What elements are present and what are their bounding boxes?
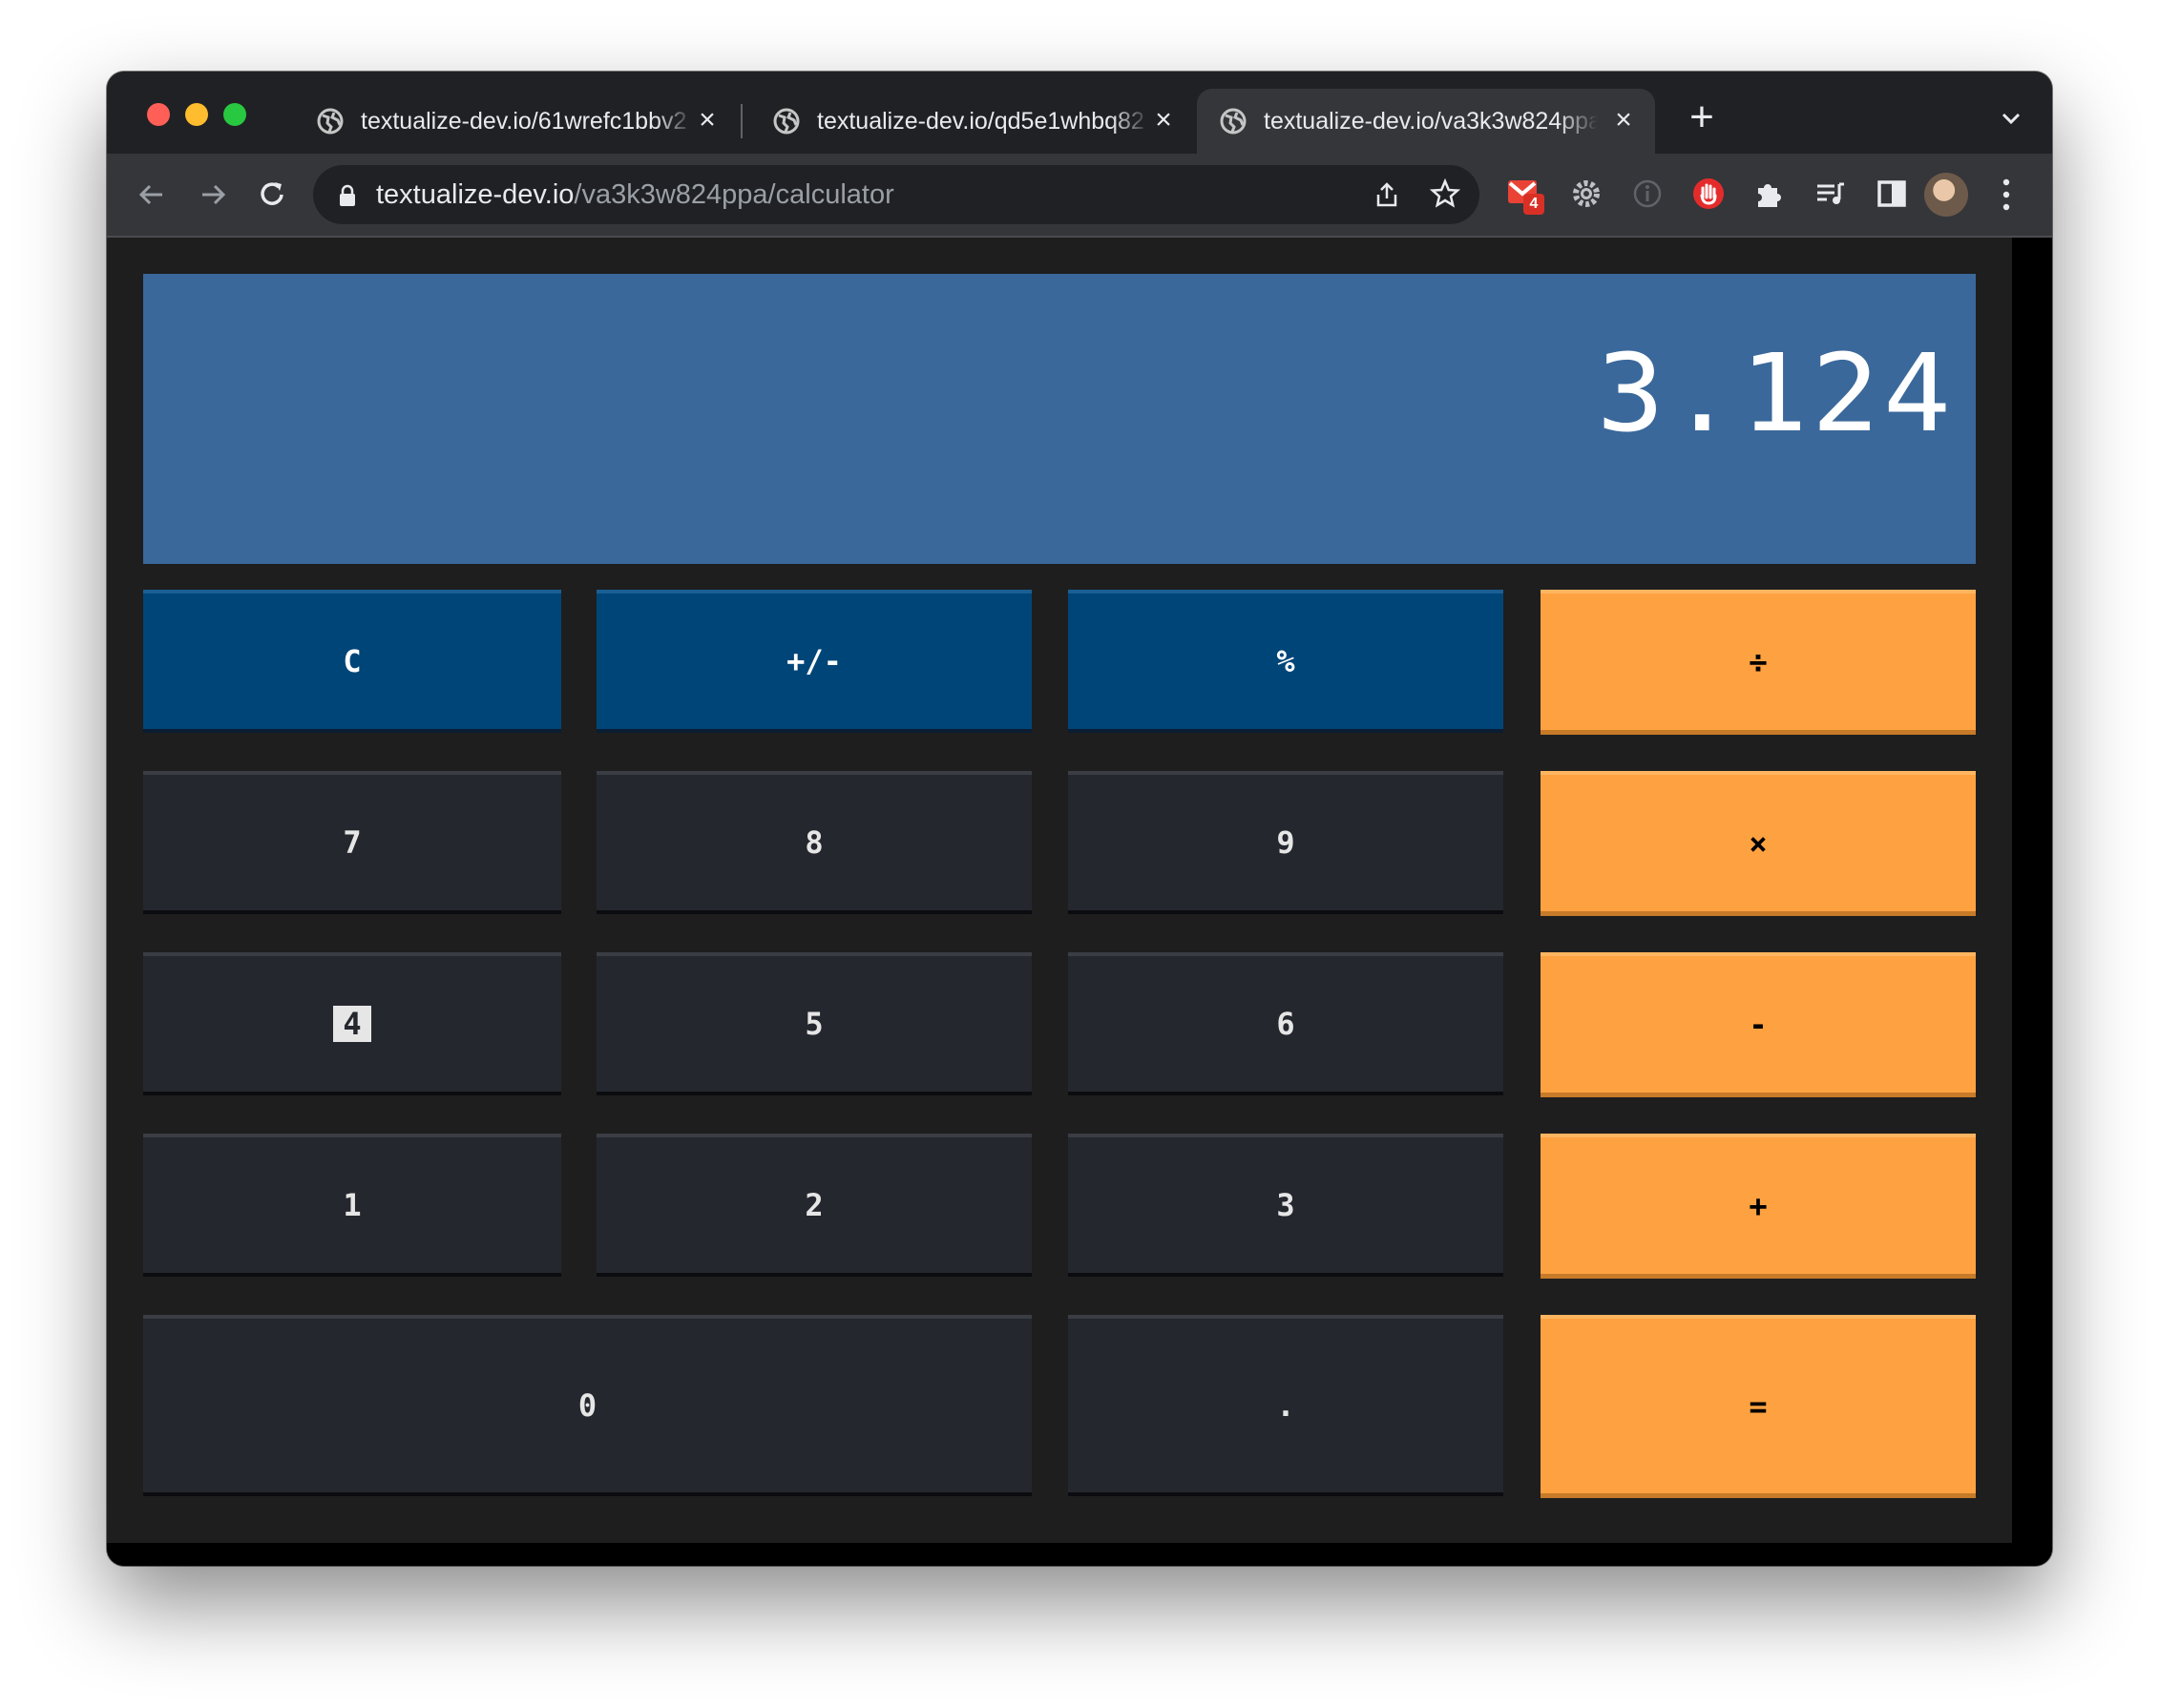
profile-avatar[interactable] — [1924, 173, 1968, 217]
address-bar[interactable]: textualize-dev.io/va3k3w824ppa/calculato… — [313, 165, 1479, 224]
plus-label: + — [1749, 1187, 1768, 1224]
calculator-app: 3.124 C +/- % ÷ 7 8 9 × 4 5 6 - 1 2 3 + … — [107, 238, 2012, 1543]
digit-2-button[interactable]: 2 — [597, 1134, 1032, 1277]
sign-toggle-button[interactable]: +/- — [597, 590, 1032, 733]
digit-0-label: 0 — [577, 1387, 597, 1424]
clear-label: C — [343, 643, 362, 679]
url-path: /va3k3w824ppa/calculator — [574, 179, 894, 210]
gmail-unread-badge: 4 — [1523, 194, 1544, 215]
tab-separator — [741, 104, 743, 138]
globe-icon — [773, 108, 800, 135]
digit-9-button[interactable]: 9 — [1068, 771, 1503, 914]
multiply-button[interactable]: × — [1541, 771, 1976, 916]
equals-button[interactable]: = — [1541, 1315, 1976, 1498]
plus-button[interactable]: + — [1541, 1134, 1976, 1279]
equals-label: = — [1749, 1387, 1768, 1425]
decimal-point-label: . — [1276, 1387, 1295, 1424]
minus-button[interactable]: - — [1541, 952, 1976, 1097]
digit-0-button[interactable]: 0 — [143, 1315, 1032, 1496]
zoom-window-button[interactable] — [223, 103, 246, 126]
decimal-point-button[interactable]: . — [1068, 1315, 1503, 1496]
digit-9-label: 9 — [1276, 824, 1295, 861]
globe-icon — [1220, 108, 1247, 135]
close-tab-icon[interactable]: × — [693, 106, 722, 135]
page-viewport: 3.124 C +/- % ÷ 7 8 9 × 4 5 6 - 1 2 3 + … — [107, 238, 2052, 1566]
tab-title: textualize-dev.io/va3k3w824ppa — [1264, 108, 1598, 135]
multiply-label: × — [1749, 824, 1768, 862]
tab-strip: textualize-dev.io/61wrefc1bbv2 × textual… — [107, 72, 2052, 154]
browser-toolbar: textualize-dev.io/va3k3w824ppa/calculato… — [107, 154, 2052, 238]
close-tab-icon[interactable]: × — [1149, 106, 1178, 135]
clear-button[interactable]: C — [143, 590, 561, 733]
media-queue-icon[interactable] — [1812, 175, 1850, 213]
settings-gear-icon[interactable] — [1567, 175, 1605, 213]
page-scrollbar[interactable] — [2012, 238, 2052, 1566]
percent-button[interactable]: % — [1068, 590, 1503, 733]
divide-button[interactable]: ÷ — [1541, 590, 1976, 735]
digit-1-label: 1 — [343, 1187, 362, 1223]
new-tab-button[interactable]: + — [1683, 96, 1721, 138]
url-text[interactable]: textualize-dev.io/va3k3w824ppa/calculato… — [376, 179, 894, 210]
display-value: 3.124 — [1596, 330, 1955, 456]
minus-label: - — [1749, 1006, 1768, 1043]
digit-6-button[interactable]: 6 — [1068, 952, 1503, 1095]
tab-title: textualize-dev.io/qd5e1whbq82 — [817, 108, 1144, 135]
info-icon[interactable] — [1628, 175, 1666, 213]
tab-title: textualize-dev.io/61wrefc1bbv2 — [361, 108, 687, 135]
digit-1-button[interactable]: 1 — [143, 1134, 561, 1277]
close-window-button[interactable] — [147, 103, 170, 126]
percent-label: % — [1276, 643, 1295, 679]
reload-icon[interactable] — [252, 175, 292, 215]
forward-arrow-icon[interactable] — [193, 175, 233, 215]
digit-2-label: 2 — [805, 1187, 824, 1223]
browser-window: textualize-dev.io/61wrefc1bbv2 × textual… — [107, 72, 2052, 1566]
sign-label: +/- — [786, 643, 842, 679]
back-arrow-icon[interactable] — [132, 175, 172, 215]
stop-hand-icon[interactable] — [1689, 175, 1728, 213]
tab-3-active[interactable]: textualize-dev.io/va3k3w824ppa × — [1197, 89, 1655, 154]
digit-7-button[interactable]: 7 — [143, 771, 561, 914]
url-host: textualize-dev.io — [376, 179, 575, 210]
gmail-extension[interactable]: 4 — [1506, 175, 1544, 215]
side-panel-icon[interactable] — [1873, 175, 1911, 213]
digit-8-label: 8 — [805, 824, 824, 861]
digit-4-label-focused: 4 — [333, 1006, 371, 1042]
digit-8-button[interactable]: 8 — [597, 771, 1032, 914]
minimize-window-button[interactable] — [185, 103, 208, 126]
calculator-display: 3.124 — [143, 274, 1976, 564]
bookmark-star-icon[interactable] — [1430, 178, 1460, 209]
digit-4-button[interactable]: 4 — [143, 952, 561, 1095]
close-tab-icon[interactable]: × — [1609, 106, 1638, 135]
tab-1[interactable]: textualize-dev.io/61wrefc1bbv2 × — [298, 89, 739, 154]
digit-3-label: 3 — [1276, 1187, 1295, 1223]
divide-label: ÷ — [1749, 643, 1768, 680]
digit-5-button[interactable]: 5 — [597, 952, 1032, 1095]
digit-6-label: 6 — [1276, 1006, 1295, 1042]
extensions-puzzle-icon[interactable] — [1750, 175, 1789, 213]
tab-search-chevron-icon[interactable] — [1997, 104, 2025, 133]
tab-2[interactable]: textualize-dev.io/qd5e1whbq82 × — [754, 89, 1195, 154]
share-icon[interactable] — [1373, 180, 1401, 209]
digit-7-label: 7 — [343, 824, 362, 861]
lock-icon[interactable] — [338, 184, 357, 207]
digit-3-button[interactable]: 3 — [1068, 1134, 1503, 1277]
globe-icon — [317, 108, 344, 135]
more-menu-icon[interactable] — [2002, 177, 2011, 213]
digit-5-label: 5 — [805, 1006, 824, 1042]
